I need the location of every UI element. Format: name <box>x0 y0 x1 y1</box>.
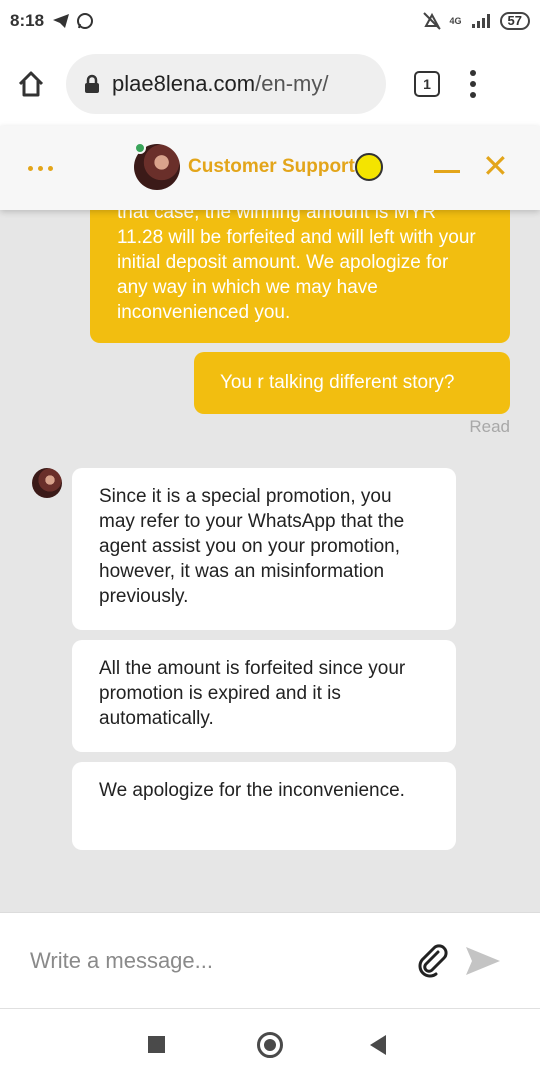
agent-avatar-small <box>32 468 62 498</box>
status-circle <box>354 153 383 181</box>
url-text: plae8lena.com/en-my/ <box>112 71 328 97</box>
network-label: 4G <box>449 16 462 26</box>
read-receipt: Read <box>469 417 510 436</box>
incoming-message: We apologize for the inconvenience. <box>72 762 456 850</box>
incoming-message: All the amount is forfeited since your p… <box>72 640 456 752</box>
incoming-message: Since it is a special promotion, you may… <box>72 468 456 630</box>
agent-info: Customer Support <box>134 142 383 190</box>
signal-icon <box>471 14 490 28</box>
minimize-icon[interactable] <box>434 170 460 173</box>
status-time: 8:18 <box>10 11 45 30</box>
chat-header: Customer Support ✕ <box>0 126 540 210</box>
recents-icon[interactable] <box>148 1036 165 1053</box>
home-icon[interactable] <box>16 69 46 99</box>
back-icon[interactable] <box>370 1035 386 1055</box>
outgoing-message: You r talking different story? <box>194 352 510 414</box>
status-bar: 8:18 4G 57 <box>0 0 540 42</box>
url-domain: plae8lena.com <box>112 71 256 96</box>
url-path: /en-my/ <box>255 71 329 96</box>
send-icon[interactable] <box>464 945 502 977</box>
message-input[interactable] <box>30 947 400 974</box>
whatsapp-icon <box>77 13 94 29</box>
outgoing-message: that case, the winning amount is MYR 11.… <box>90 210 510 343</box>
battery-icon: 57 <box>499 12 530 30</box>
lock-icon <box>85 74 99 93</box>
agent-avatar <box>134 142 180 190</box>
chat-title: Customer Support <box>188 156 355 177</box>
menu-icon[interactable] <box>470 70 476 98</box>
message-list[interactable]: that case, the winning amount is MYR 11.… <box>0 210 540 912</box>
online-status-dot <box>134 142 146 154</box>
telegram-icon <box>53 14 70 28</box>
browser-toolbar: plae8lena.com/en-my/ 1 <box>0 42 540 126</box>
close-icon[interactable]: ✕ <box>482 150 509 182</box>
message-composer <box>0 912 540 1008</box>
system-nav-bar <box>0 1008 540 1080</box>
mute-icon <box>422 12 441 30</box>
home-nav-icon[interactable] <box>257 1032 283 1058</box>
attach-icon[interactable] <box>416 943 450 978</box>
more-icon[interactable] <box>28 165 53 171</box>
address-bar[interactable]: plae8lena.com/en-my/ <box>66 54 386 114</box>
tabs-icon[interactable]: 1 <box>414 71 440 97</box>
